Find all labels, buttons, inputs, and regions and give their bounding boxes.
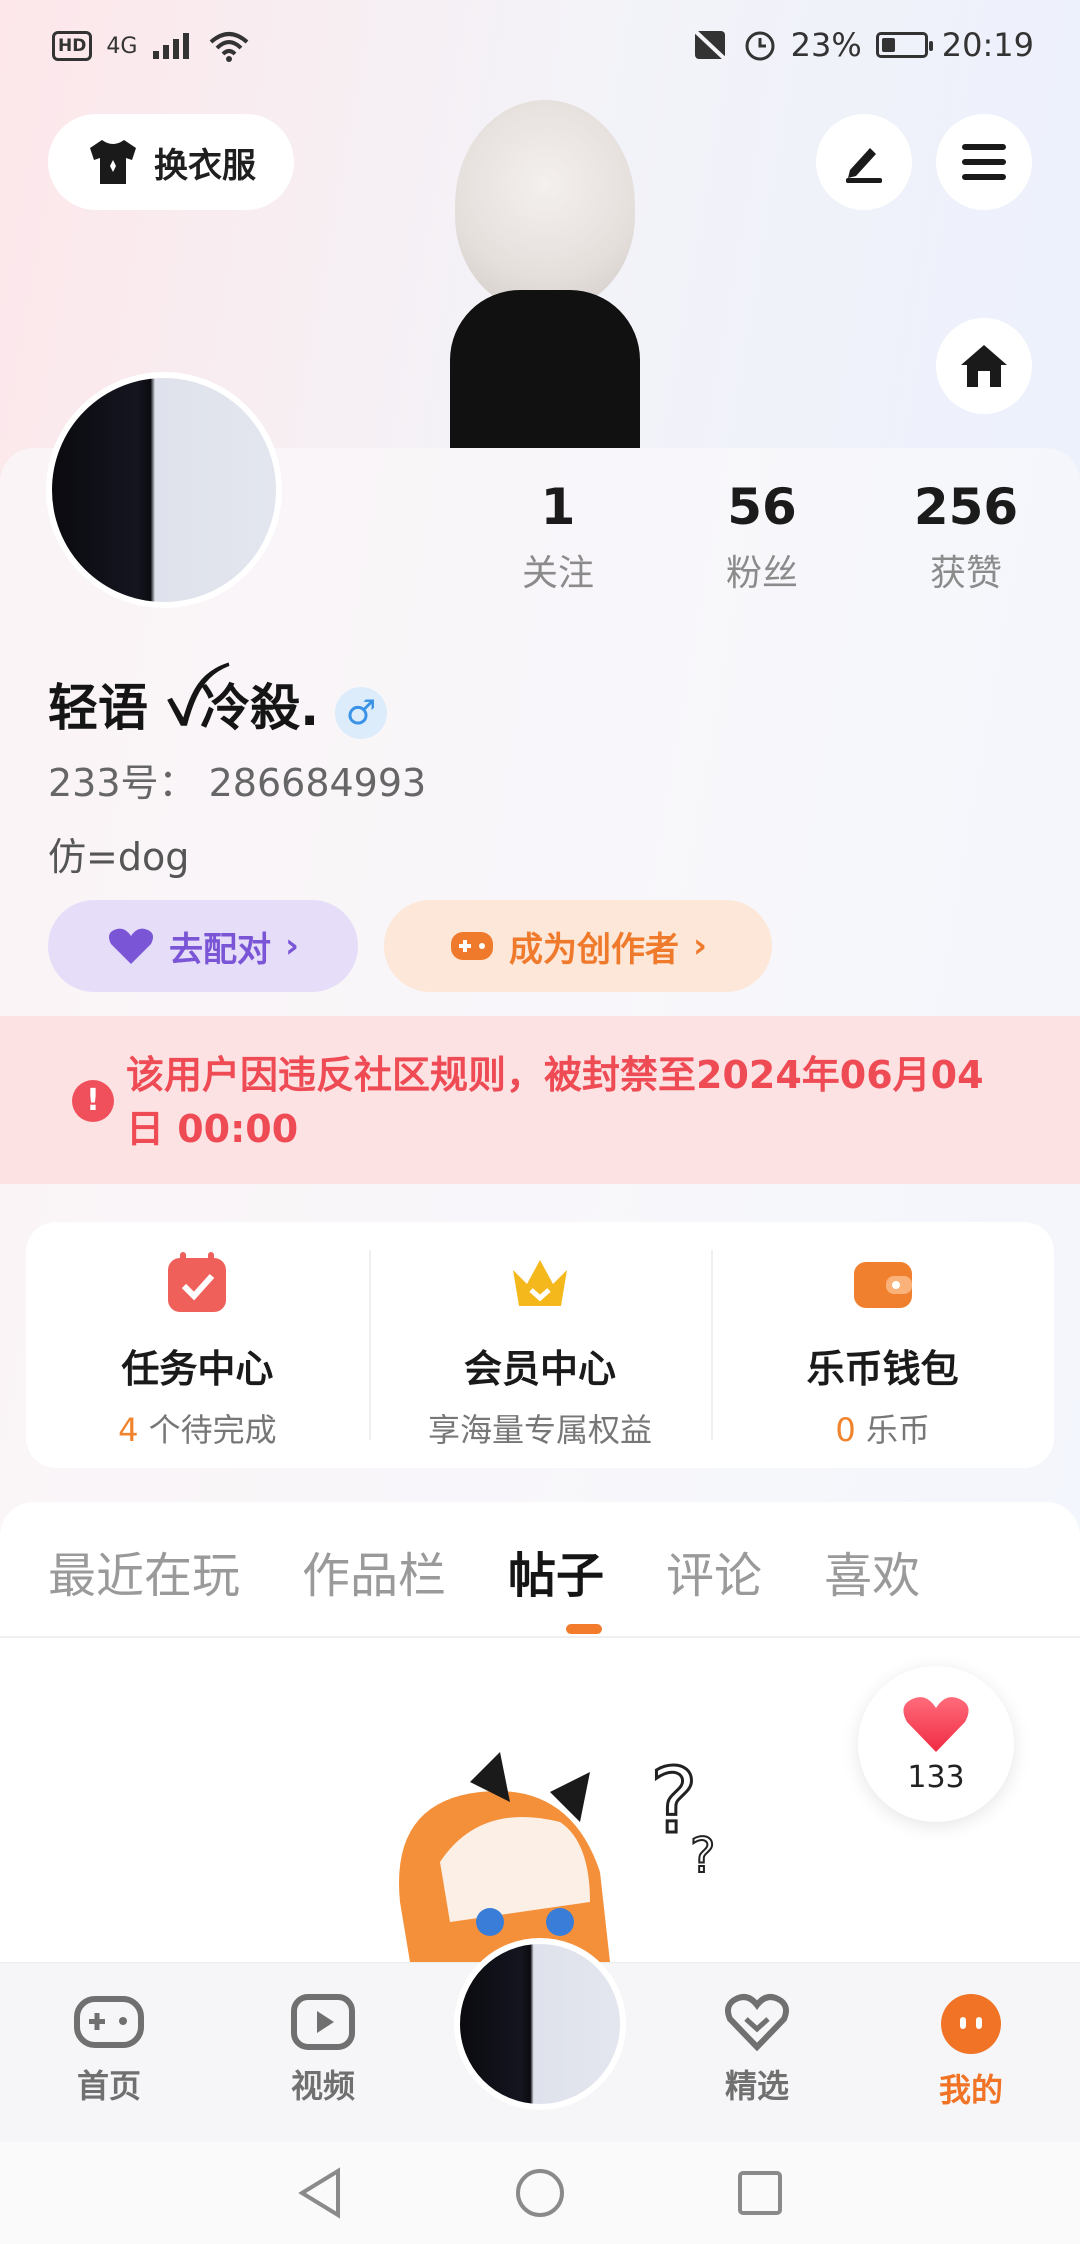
tab-works[interactable]: 作品栏 <box>302 1536 446 1606</box>
tab-comments[interactable]: 评论 <box>666 1536 762 1606</box>
ban-notice-text: 该用户因违反社区规则，被封禁至2024年06月04日 00:00 <box>126 1053 984 1151</box>
stat-fans-label: 粉丝 <box>725 553 798 594</box>
nav-mine-label: 我的 <box>938 2071 1003 2109</box>
change-outfit-label: 换衣服 <box>154 145 256 186</box>
menu-icon <box>962 144 1006 180</box>
battery-percent: 23% <box>790 26 862 64</box>
stat-fans-value: 56 <box>727 478 797 536</box>
shirt-icon <box>90 140 136 184</box>
nav-featured[interactable]: 精选 <box>692 1993 822 2107</box>
nav-video-label: 视频 <box>290 2067 355 2105</box>
stat-likes-value: 256 <box>913 478 1019 536</box>
gamepad-icon <box>450 932 493 960</box>
sim-off-icon <box>691 27 729 63</box>
task-center[interactable]: 任务中心 4 个待完成 <box>26 1222 369 1468</box>
signal-icon <box>153 33 190 59</box>
avatar[interactable] <box>46 372 282 608</box>
member-center[interactable]: 会员中心 享海量专属权益 <box>368 1222 712 1468</box>
stat-likes[interactable]: 256 获赞 <box>886 478 1046 596</box>
nav-video[interactable]: 视频 <box>258 1993 388 2107</box>
alarm-icon <box>745 31 775 61</box>
wifi-icon <box>210 32 249 62</box>
match-label: 去配对 <box>168 929 271 970</box>
svg-text:?: ? <box>690 1828 715 1884</box>
tab-posts[interactable]: 帖子 <box>508 1536 604 1606</box>
network-type: 4G <box>106 33 138 59</box>
services-card: 任务中心 4 个待完成 会员中心 享海量专属权益 乐币钱包 0 乐币 <box>26 1222 1054 1468</box>
tab-likes[interactable]: 喜欢 <box>824 1536 920 1606</box>
home-button[interactable] <box>936 318 1032 414</box>
member-center-sub: 享海量专属权益 <box>428 1411 653 1449</box>
stat-following-label: 关注 <box>521 553 594 594</box>
change-outfit-button[interactable]: 换衣服 <box>48 114 294 210</box>
nav-mine[interactable]: 我的 <box>906 1993 1036 2111</box>
system-nav-bar <box>0 2142 1080 2244</box>
status-bar: HD 4G 23% 20:19 <box>0 0 1080 96</box>
heart-icon <box>903 1696 969 1752</box>
alert-icon: ! <box>72 1080 114 1122</box>
back-icon[interactable] <box>296 2167 344 2219</box>
bio: 仿=dog <box>48 835 190 879</box>
wallet-sub: 0 乐币 <box>835 1405 930 1451</box>
status-right: 23% 20:19 <box>691 26 1034 64</box>
avatar-figure[interactable] <box>430 100 660 450</box>
gamepad-icon <box>74 1996 144 2048</box>
hd-indicator: HD <box>52 31 93 61</box>
chevron-right-icon: › <box>692 926 707 966</box>
avatar-figure-head <box>455 100 635 310</box>
video-play-icon <box>291 1994 355 2050</box>
task-center-sub: 4 个待完成 <box>118 1405 277 1451</box>
stat-following[interactable]: 1 关注 <box>478 478 638 596</box>
member-center-title: 会员中心 <box>464 1347 617 1391</box>
active-tab-indicator <box>566 1624 602 1634</box>
stat-fans[interactable]: 56 粉丝 <box>682 478 842 596</box>
tabs-divider <box>0 1636 1080 1638</box>
nickname-row: 轻语 ꪜ冷殺. ♂ <box>48 660 388 765</box>
battery-icon <box>875 32 933 58</box>
nickname: 轻语 ꪜ冷殺. <box>48 679 320 737</box>
stat-following-value: 1 <box>540 478 576 536</box>
home-circle-icon[interactable] <box>514 2167 566 2219</box>
wallet[interactable]: 乐币钱包 0 乐币 <box>711 1222 1054 1468</box>
nav-featured-label: 精选 <box>724 2067 789 2105</box>
coin-count: 0 <box>835 1411 856 1449</box>
task-center-title: 任务中心 <box>121 1347 274 1391</box>
gender-male-icon: ♂ <box>335 686 388 739</box>
edit-profile-button[interactable] <box>816 114 912 210</box>
heart-badge-icon <box>725 1994 789 2051</box>
task-center-sub-text: 个待完成 <box>138 1411 277 1449</box>
chevron-right-icon: › <box>284 926 299 966</box>
wallet-sub-text: 乐币 <box>855 1411 930 1449</box>
nav-home[interactable]: 首页 <box>44 1993 174 2107</box>
like-bubble[interactable]: 133 <box>858 1666 1014 1822</box>
wallet-icon <box>853 1262 912 1308</box>
user-id[interactable]: 233号： 286684993 <box>48 752 426 807</box>
home-icon <box>961 345 1007 387</box>
clock: 20:19 <box>941 26 1034 64</box>
match-button[interactable]: 去配对 › <box>48 900 358 992</box>
calendar-check-icon <box>168 1252 227 1312</box>
pen-icon <box>846 148 882 183</box>
heart-icon <box>108 928 153 964</box>
nav-home-label: 首页 <box>76 2067 141 2105</box>
like-count: 133 <box>907 1759 965 1795</box>
face-icon <box>941 1994 1001 2054</box>
become-creator-button[interactable]: 成为创作者 › <box>384 900 772 992</box>
task-count: 4 <box>118 1411 139 1449</box>
crown-icon <box>513 1260 567 1306</box>
recents-icon[interactable] <box>736 2169 784 2217</box>
status-left: HD 4G <box>52 30 249 62</box>
wallet-title: 乐币钱包 <box>806 1347 959 1391</box>
become-creator-label: 成为创作者 <box>508 929 679 970</box>
tab-recent-played[interactable]: 最近在玩 <box>48 1536 240 1606</box>
stat-likes-label: 获赞 <box>929 553 1002 594</box>
avatar-figure-body <box>450 290 640 450</box>
menu-button[interactable] <box>936 114 1032 210</box>
empty-state-mascot-illustration: ? ? <box>399 1748 716 1962</box>
nav-center-avatar-button[interactable] <box>454 1938 626 2110</box>
profile-tabs: 最近在玩 作品栏 帖子 评论 喜欢 <box>48 1536 920 1606</box>
